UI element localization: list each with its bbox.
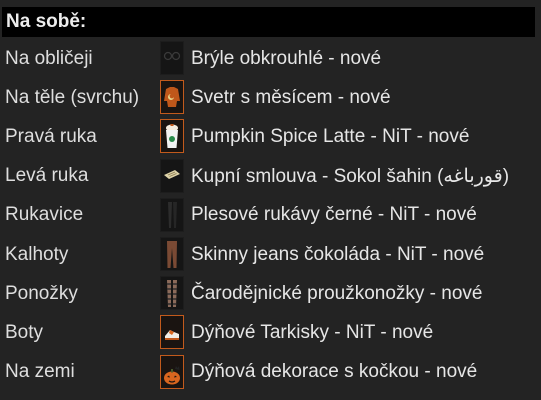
- slot-label: Na těle (svrchu): [5, 86, 140, 108]
- slot-label: Boty: [5, 321, 44, 343]
- list-item: Ponožky Čarodějnické proužkonožky - nové: [0, 274, 541, 313]
- worn-items-panel: Na sobě: Na obličeji Brýle obkrouhlé - n…: [0, 0, 541, 400]
- panel-header: Na sobě:: [2, 7, 535, 37]
- item-name[interactable]: Kupní smlouva - Sokol šahin (قورباغه): [191, 165, 509, 188]
- pumpkin-cat-icon[interactable]: [160, 354, 184, 389]
- list-item: Na obličeji Brýle obkrouhlé - nové: [0, 39, 541, 78]
- item-name[interactable]: Svetr s měsícem - nové: [191, 87, 391, 109]
- jeans-icon[interactable]: [160, 236, 184, 271]
- item-name[interactable]: Brýle obkrouhlé - nové: [191, 48, 381, 70]
- slot-label: Pravá ruka: [5, 125, 97, 147]
- item-name[interactable]: Dýňová dekorace s kočkou - nové: [191, 361, 477, 383]
- list-item: Boty Dýňové Tarkisky - NiT - nové: [0, 313, 541, 352]
- sweater-icon[interactable]: [160, 80, 184, 115]
- item-name[interactable]: Dýňové Tarkisky - NiT - nové: [191, 322, 433, 344]
- latte-cup-icon[interactable]: [160, 119, 184, 154]
- black-sleeves-icon[interactable]: [160, 197, 184, 232]
- slot-label: Rukavice: [5, 204, 84, 226]
- slot-label: Ponožky: [5, 282, 78, 304]
- slot-label: Kalhoty: [5, 243, 69, 265]
- list-item: Rukavice Plesové rukávy černé - NiT - no…: [0, 196, 541, 235]
- list-item: Pravá ruka Pumpkin Spice Latte - NiT - n…: [0, 117, 541, 156]
- list-item: Na zemi Dýňová dekorace s kočkou - nové: [0, 353, 541, 392]
- glasses-icon[interactable]: [160, 41, 184, 75]
- item-name[interactable]: Plesové rukávy černé - NiT - nové: [191, 204, 477, 226]
- item-name[interactable]: Skinny jeans čokoláda - NiT - nové: [191, 244, 484, 266]
- item-name[interactable]: Čarodějnické proužkonožky - nové: [191, 283, 483, 305]
- striped-stockings-icon[interactable]: [160, 276, 184, 311]
- list-item: Levá ruka Kupní smlouva - Sokol šahin (ق…: [0, 157, 541, 196]
- document-scroll-icon[interactable]: [160, 158, 184, 193]
- slot-label: Na zemi: [5, 361, 75, 383]
- list-item: Kalhoty Skinny jeans čokoláda - NiT - no…: [0, 235, 541, 274]
- slot-label: Na obličeji: [5, 47, 93, 69]
- item-name[interactable]: Pumpkin Spice Latte - NiT - nové: [191, 126, 469, 148]
- panel-title: Na sobě:: [6, 11, 87, 32]
- worn-items-list: Na obličeji Brýle obkrouhlé - nové Na tě…: [0, 39, 541, 392]
- slot-label: Levá ruka: [5, 165, 89, 187]
- list-item: Na těle (svrchu) Svetr s měsícem - nové: [0, 78, 541, 117]
- sneakers-icon[interactable]: [160, 315, 184, 350]
